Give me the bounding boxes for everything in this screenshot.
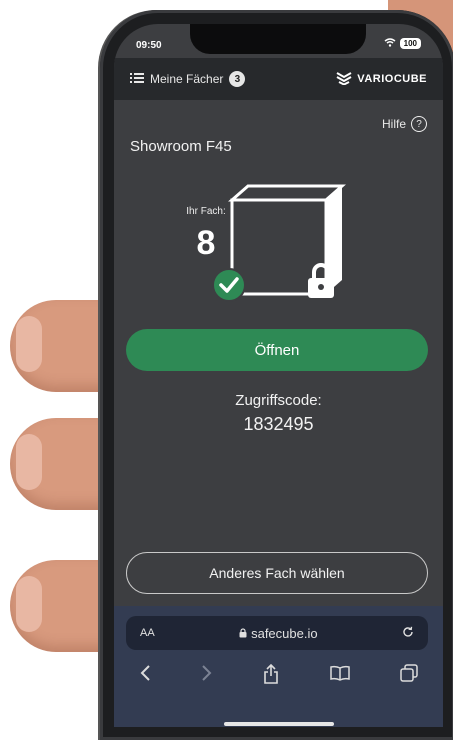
forward-icon[interactable] bbox=[201, 664, 213, 690]
locker-number: 8 bbox=[196, 224, 216, 262]
url-text: safecube.io bbox=[251, 625, 318, 641]
reload-icon[interactable] bbox=[402, 625, 414, 641]
menu-label: Meine Fächer bbox=[150, 72, 224, 86]
status-time: 09:50 bbox=[136, 40, 162, 51]
my-compartments-button[interactable]: Meine Fächer 3 bbox=[130, 71, 246, 87]
status-icons: 100 bbox=[384, 38, 421, 49]
hamburger-menu-icon bbox=[130, 72, 144, 86]
text-size-button[interactable]: AA bbox=[140, 627, 155, 639]
notch bbox=[190, 24, 366, 54]
variocube-logo-icon bbox=[336, 71, 352, 88]
open-button[interactable]: Öffnen bbox=[126, 329, 428, 371]
brand-name: VARIOCUBE bbox=[357, 73, 427, 85]
url-display[interactable]: safecube.io bbox=[239, 626, 318, 641]
location-title: Showroom F45 bbox=[130, 138, 232, 155]
browser-toolbar: AA safecube.io bbox=[114, 606, 443, 727]
wifi-icon bbox=[384, 38, 396, 49]
brand-logo: VARIOCUBE bbox=[336, 71, 427, 88]
bookmarks-icon[interactable] bbox=[329, 664, 350, 690]
choose-other-compartment-button[interactable]: Anderes Fach wählen bbox=[126, 552, 428, 594]
help-label: Hilfe bbox=[381, 117, 406, 131]
help-button[interactable]: Hilfe ? bbox=[382, 116, 427, 132]
back-icon[interactable] bbox=[139, 664, 151, 690]
phone-screen: 09:50 100 Meine Fächer 3 VARIOCUBE Hilfe… bbox=[114, 24, 443, 727]
check-icon bbox=[212, 268, 246, 302]
lock-small-icon bbox=[239, 626, 247, 641]
access-code-value: 1832495 bbox=[243, 414, 314, 434]
tabs-icon[interactable] bbox=[400, 664, 418, 690]
access-code-label: Zugriffscode: bbox=[235, 392, 322, 409]
count-badge: 3 bbox=[229, 71, 246, 87]
share-icon[interactable] bbox=[263, 663, 279, 690]
question-icon: ? bbox=[411, 116, 427, 132]
top-bar: Meine Fächer 3 VARIOCUBE bbox=[114, 58, 443, 100]
browser-nav bbox=[114, 663, 443, 690]
address-bar[interactable]: AA safecube.io bbox=[126, 616, 428, 650]
lock-icon bbox=[308, 263, 334, 298]
locker-caption: Ihr Fach: bbox=[186, 206, 226, 217]
battery-icon: 100 bbox=[399, 38, 421, 49]
home-indicator bbox=[224, 722, 334, 726]
